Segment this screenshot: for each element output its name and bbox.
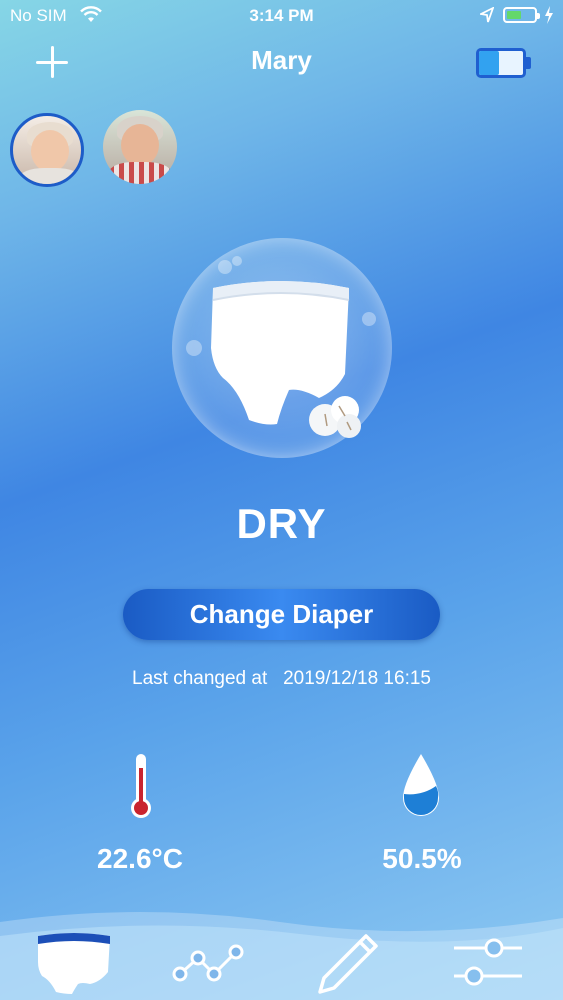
tab-notes[interactable] — [310, 932, 390, 994]
last-changed-value: 2019/12/18 16:15 — [283, 668, 431, 689]
diaper-status-label: DRY — [236, 500, 327, 547]
cotton-icon — [305, 392, 367, 447]
bubble-decoration — [232, 256, 242, 266]
avatar-elderly-man[interactable] — [103, 110, 177, 184]
chart-line-icon — [172, 944, 244, 982]
pencil-icon — [318, 934, 378, 994]
tab-status[interactable] — [34, 932, 114, 994]
diaper-icon — [38, 933, 110, 994]
bubble-decoration — [362, 312, 376, 326]
tab-bar — [0, 920, 563, 1000]
charging-bolt-icon — [544, 6, 554, 29]
avatar-elderly-woman[interactable] — [10, 113, 84, 187]
water-drop-icon — [398, 752, 444, 825]
temperature-value: 22.6°C — [97, 843, 183, 874]
thermometer-icon — [128, 752, 154, 825]
bubble-decoration — [218, 260, 232, 274]
clock-label: 3:14 PM — [249, 6, 314, 25]
status-bar: No SIM 3:14 PM — [0, 0, 563, 34]
last-changed-label: Last changed at — [132, 668, 268, 689]
change-diaper-button[interactable]: Change Diaper — [123, 589, 440, 640]
tab-history[interactable] — [170, 932, 250, 994]
device-battery-icon[interactable] — [476, 48, 531, 78]
last-changed-row: Last changed at 2019/12/18 16:15 — [0, 668, 563, 690]
sliders-icon — [454, 938, 522, 986]
tab-settings[interactable] — [448, 932, 528, 994]
humidity-value: 50.5% — [382, 843, 462, 874]
status-battery-icon — [503, 7, 540, 23]
bubble-decoration — [186, 340, 202, 356]
location-arrow-icon — [478, 6, 495, 28]
